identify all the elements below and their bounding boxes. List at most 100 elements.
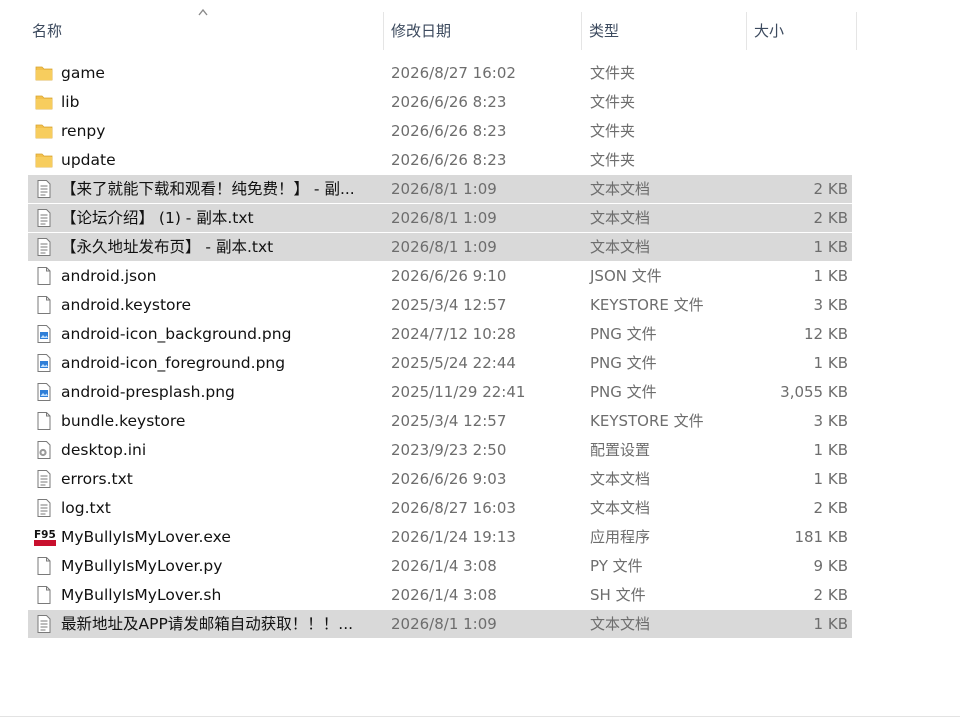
file-row[interactable]: renpy 2026/6/26 8:23 文件夹 (28, 117, 852, 145)
file-row[interactable]: android-icon_foreground.png 2025/5/24 22:… (28, 349, 852, 377)
text-file-icon (34, 179, 54, 199)
column-name-header[interactable]: 名称 (26, 14, 384, 48)
column-divider[interactable] (856, 12, 857, 50)
file-type: 文本文档 (590, 238, 651, 256)
image-file-icon (34, 324, 54, 344)
file-row-selected[interactable]: 【永久地址发布页】 - 副本.txt 2026/8/1 1:09 文本文档 1 KB (28, 233, 852, 261)
file-type: PNG 文件 (590, 325, 657, 343)
file-row[interactable]: errors.txt 2026/6/26 9:03 文本文档 1 KB (28, 465, 852, 493)
file-size: 9 KB (813, 557, 848, 575)
file-name: android.json (61, 267, 157, 285)
file-type: 文本文档 (590, 209, 651, 227)
file-name: 【来了就能下载和观看！纯免费！】 - 副... (61, 180, 355, 198)
file-name: log.txt (61, 499, 111, 517)
file-date: 2026/1/4 3:08 (391, 557, 497, 575)
column-divider[interactable] (383, 12, 384, 50)
file-name: 最新地址及APP请发邮箱自动获取！！！... (61, 615, 354, 633)
file-row[interactable]: log.txt 2026/8/27 16:03 文本文档 2 KB (28, 494, 852, 522)
text-file-icon (34, 237, 54, 257)
file-row[interactable]: desktop.ini 2023/9/23 2:50 配置设置 1 KB (28, 436, 852, 464)
file-size: 1 KB (813, 238, 848, 256)
file-type: 文本文档 (590, 470, 651, 488)
file-name: 【论坛介绍】 (1) - 副本.txt (61, 209, 254, 227)
file-type: KEYSTORE 文件 (590, 296, 704, 314)
file-size: 1 KB (813, 470, 848, 488)
file-type: PY 文件 (590, 557, 643, 575)
file-row[interactable]: MyBullyIsMyLover.py 2026/1/4 3:08 PY 文件 9 K… (28, 552, 852, 580)
file-row[interactable]: android.json 2026/6/26 9:10 JSON 文件 1 KB (28, 262, 852, 290)
app-exe-icon: F95 (34, 527, 56, 547)
svg-text:F95: F95 (34, 529, 56, 541)
file-date: 2025/5/24 22:44 (391, 354, 516, 372)
settings-file-icon (34, 440, 54, 460)
file-date: 2025/11/29 22:41 (391, 383, 526, 401)
file-name: game (61, 64, 105, 82)
file-size: 3 KB (813, 412, 848, 430)
file-date: 2026/8/27 16:02 (391, 64, 516, 82)
file-row[interactable]: android-presplash.png 2025/11/29 22:41 PNG… (28, 378, 852, 406)
text-file-icon (34, 208, 54, 228)
file-type: 配置设置 (590, 441, 651, 459)
file-name: MyBullyIsMyLover.sh (61, 586, 222, 604)
text-file-icon (34, 614, 54, 634)
file-date: 2026/1/24 19:13 (391, 528, 516, 546)
file-name: desktop.ini (61, 441, 147, 459)
folder-icon (34, 92, 54, 112)
file-row-selected[interactable]: 最新地址及APP请发邮箱自动获取！！！... 2026/8/1 1:09 文本文档 1… (28, 610, 852, 638)
file-type: 文本文档 (590, 499, 651, 517)
text-file-icon (34, 498, 54, 518)
file-row[interactable]: android.keystore 2025/3/4 12:57 KEYSTORE 文… (28, 291, 852, 319)
file-row[interactable]: bundle.keystore 2025/3/4 12:57 KEYSTORE 文件… (28, 407, 852, 435)
file-date: 2026/8/1 1:09 (391, 238, 497, 256)
folder-icon (34, 63, 54, 83)
column-date-header[interactable]: 修改日期 (385, 14, 581, 48)
image-file-icon (34, 353, 54, 373)
file-type: KEYSTORE 文件 (590, 412, 704, 430)
file-date: 2026/6/26 9:10 (391, 267, 507, 285)
file-name: android-icon_background.png (61, 325, 292, 343)
file-size: 3,055 KB (780, 383, 848, 401)
file-size: 2 KB (813, 586, 848, 604)
file-row[interactable]: update 2026/6/26 8:23 文件夹 (28, 146, 852, 174)
column-header-bar: 名称 修改日期 类型 大小 (0, 0, 960, 58)
file-name: bundle.keystore (61, 412, 186, 430)
file-row-selected[interactable]: 【来了就能下载和观看！纯免费！】 - 副... 2026/8/1 1:09 文本文档… (28, 175, 852, 203)
file-date: 2026/1/4 3:08 (391, 586, 497, 604)
file-name: MyBullyIsMyLover.exe (61, 528, 231, 546)
image-file-icon (34, 382, 54, 402)
file-name: MyBullyIsMyLover.py (61, 557, 223, 575)
file-type: PNG 文件 (590, 354, 657, 372)
file-size: 1 KB (813, 441, 848, 459)
file-size: 12 KB (804, 325, 848, 343)
blank-file-icon (34, 411, 54, 431)
blank-file-icon (34, 585, 54, 605)
file-row[interactable]: game 2026/8/27 16:02 文件夹 (28, 59, 852, 87)
file-row[interactable]: MyBullyIsMyLover.sh 2026/1/4 3:08 SH 文件 2 K… (28, 581, 852, 609)
blank-file-icon (34, 266, 54, 286)
file-name: errors.txt (61, 470, 133, 488)
file-date: 2026/8/1 1:09 (391, 615, 497, 633)
file-date: 2026/8/1 1:09 (391, 180, 497, 198)
file-row-selected[interactable]: 【论坛介绍】 (1) - 副本.txt 2026/8/1 1:09 文本文档 2 KB (28, 204, 852, 232)
file-name: android-icon_foreground.png (61, 354, 286, 372)
file-name: renpy (61, 122, 106, 140)
text-file-icon (34, 469, 54, 489)
blank-file-icon (34, 295, 54, 315)
file-date: 2025/3/4 12:57 (391, 296, 507, 314)
file-type: 文件夹 (590, 93, 636, 111)
file-row[interactable]: F95 MyBullyIsMyLover.exe 2026/1/24 19:13 应用… (28, 523, 852, 551)
column-divider[interactable] (746, 12, 747, 50)
file-date: 2025/3/4 12:57 (391, 412, 507, 430)
file-row[interactable]: lib 2026/6/26 8:23 文件夹 (28, 88, 852, 116)
file-date: 2023/9/23 2:50 (391, 441, 507, 459)
file-name: update (61, 151, 116, 169)
file-name: android.keystore (61, 296, 192, 314)
folder-icon (34, 150, 54, 170)
column-divider[interactable] (581, 12, 582, 50)
file-date: 2026/6/26 8:23 (391, 122, 507, 140)
column-type-header[interactable]: 类型 (583, 14, 746, 48)
file-size: 2 KB (813, 499, 848, 517)
divider (0, 716, 960, 717)
column-size-header[interactable]: 大小 (748, 14, 856, 48)
file-row[interactable]: android-icon_background.png 2024/7/12 10:… (28, 320, 852, 348)
